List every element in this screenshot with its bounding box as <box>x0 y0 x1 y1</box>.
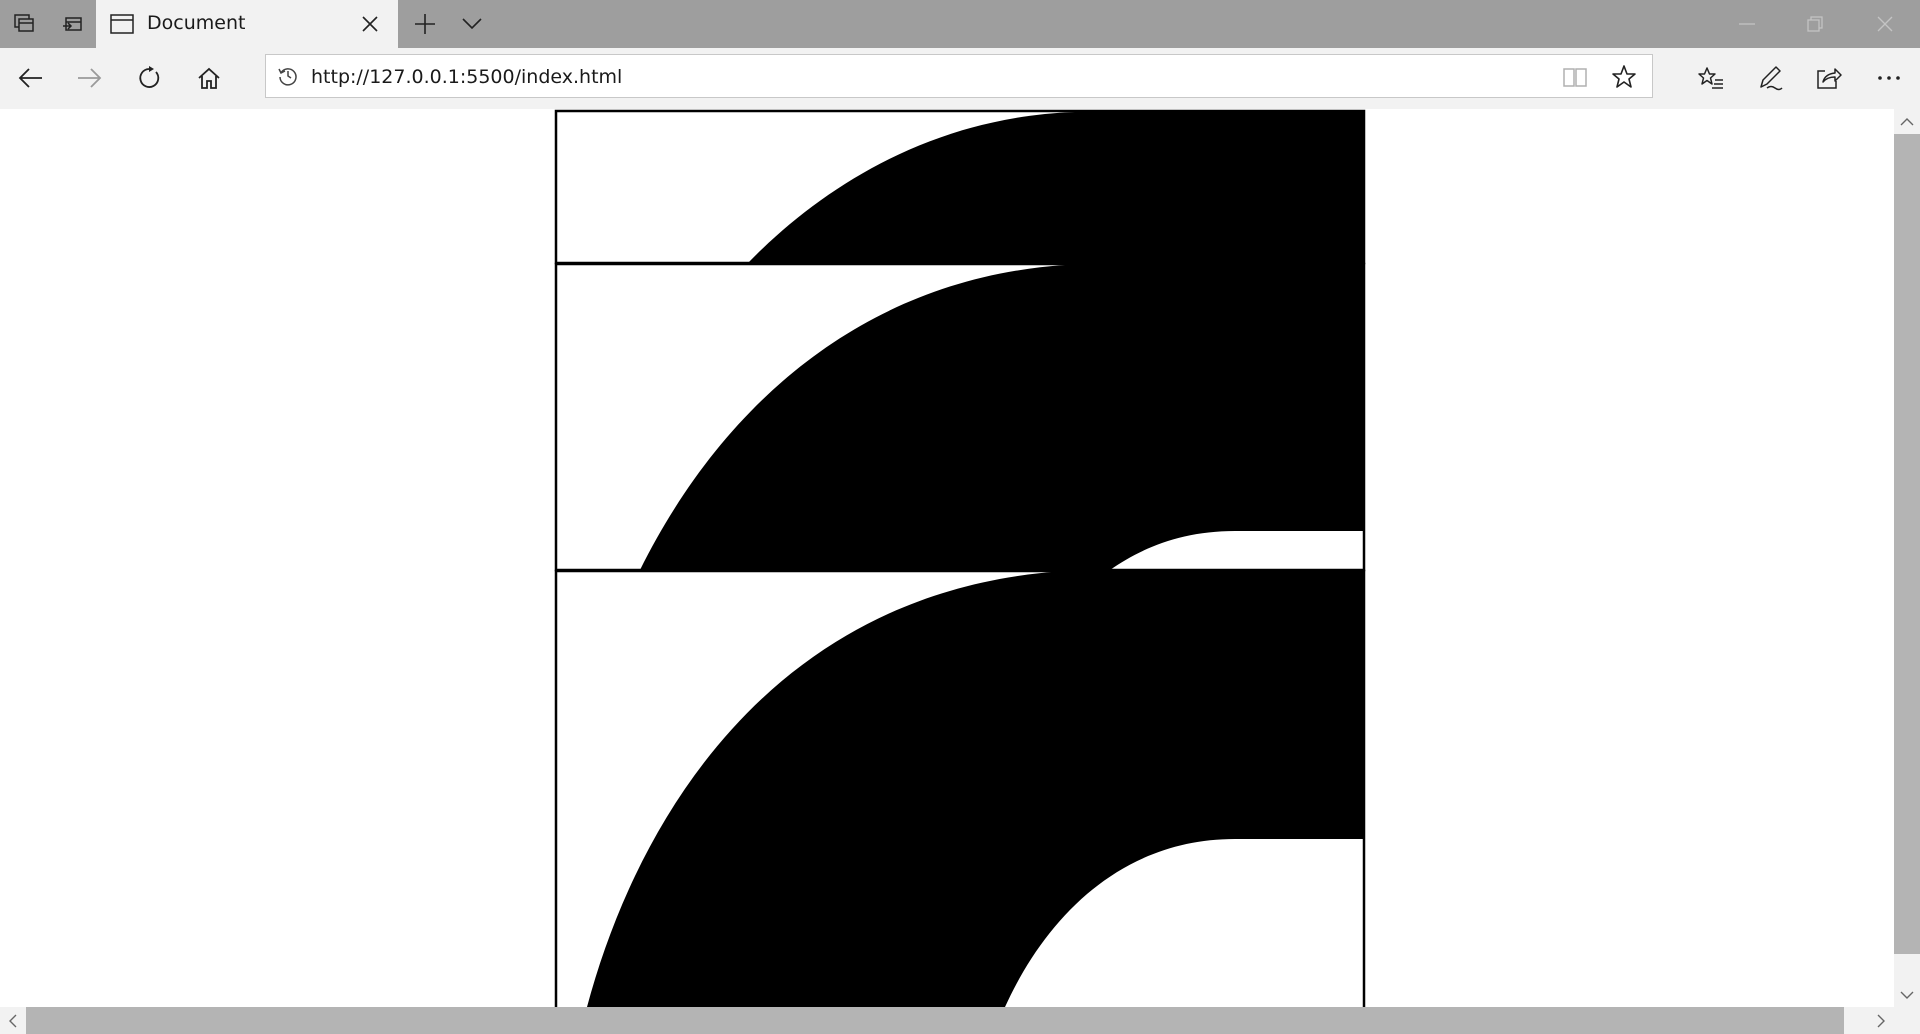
pen-icon[interactable] <box>1745 54 1795 102</box>
shape-block-bottom <box>554 569 1366 1007</box>
favorites-list-icon[interactable] <box>1686 54 1736 102</box>
page-icon <box>110 13 134 39</box>
refresh-icon[interactable] <box>124 54 174 102</box>
back-arrow-icon[interactable] <box>6 54 56 102</box>
url-text[interactable]: http://127.0.0.1:5500/index.html <box>311 66 622 88</box>
close-icon[interactable] <box>358 13 382 35</box>
new-tab-icon[interactable] <box>401 0 449 48</box>
browser-window: Document http://127.0.0.1:5500/index.htm… <box>0 0 1920 1034</box>
tab-manager-icon[interactable] <box>0 0 48 48</box>
tab-document[interactable]: Document <box>96 0 398 48</box>
tab-list-chevron-icon[interactable] <box>449 0 495 48</box>
minimize-icon[interactable] <box>1720 0 1774 48</box>
horizontal-scrollbar[interactable] <box>0 1007 1920 1034</box>
tab-title: Document <box>147 12 246 34</box>
scroll-left-icon[interactable] <box>0 1007 26 1034</box>
scroll-up-icon[interactable] <box>1894 109 1920 134</box>
reading-view-icon[interactable] <box>1563 66 1587 92</box>
share-icon[interactable] <box>1804 54 1854 102</box>
address-bar[interactable]: http://127.0.0.1:5500/index.html <box>265 54 1653 98</box>
scroll-right-icon[interactable] <box>1868 1007 1894 1034</box>
shape-block-middle <box>554 262 1366 572</box>
title-bar: Document <box>0 0 1920 48</box>
artwork <box>554 109 1366 1007</box>
favorite-star-icon[interactable] <box>1611 64 1637 94</box>
shape-block-top <box>554 109 1366 265</box>
window-close-icon[interactable] <box>1858 0 1912 48</box>
home-icon[interactable] <box>184 54 234 102</box>
set-aside-tabs-icon[interactable] <box>48 0 96 48</box>
scroll-down-icon[interactable] <box>1894 982 1920 1007</box>
horizontal-scroll-thumb[interactable] <box>26 1007 1844 1034</box>
navigation-bar: http://127.0.0.1:5500/index.html <box>0 48 1920 109</box>
page-viewport <box>0 109 1894 1007</box>
vertical-scroll-thumb[interactable] <box>1894 134 1920 954</box>
more-icon[interactable] <box>1864 54 1914 102</box>
vertical-scrollbar[interactable] <box>1894 109 1920 1007</box>
restore-icon[interactable] <box>1788 0 1842 48</box>
forward-arrow-icon[interactable] <box>64 54 114 102</box>
history-icon <box>277 65 299 91</box>
